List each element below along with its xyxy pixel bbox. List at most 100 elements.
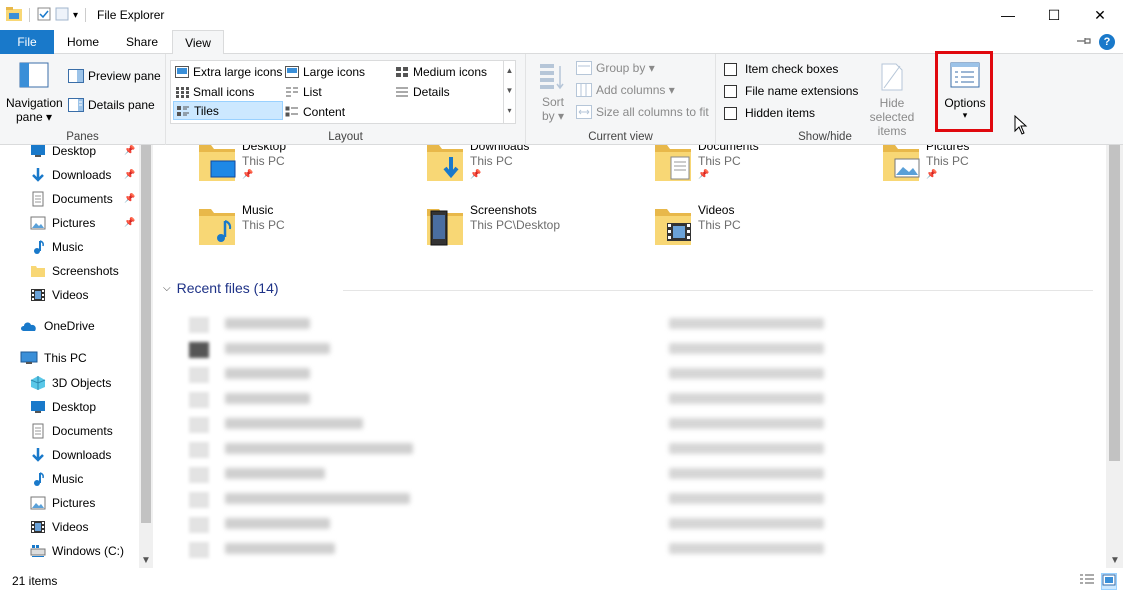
drive-icon (30, 545, 46, 557)
pin-icon[interactable]: 📌 (124, 193, 135, 204)
small-icons-option[interactable]: Small icons (175, 82, 254, 101)
scroll-down-icon[interactable]: ▼ (1110, 555, 1120, 566)
large-icons-option[interactable]: Large icons (285, 62, 365, 81)
tiles-option[interactable]: Tiles (173, 101, 283, 120)
nav-item-onedrive[interactable]: OneDrive (20, 315, 95, 337)
recent-files-title: Recent files (14) (176, 280, 279, 296)
navigation-pane-button[interactable]: Navigation pane ▾ (6, 62, 63, 124)
nav-item-documents[interactable]: Documents (30, 420, 113, 442)
nav-item-pictures[interactable]: Pictures (30, 492, 95, 514)
desktop-icon (31, 401, 45, 413)
details-pane-button[interactable]: Details pane (68, 98, 155, 112)
pin-ribbon-icon[interactable] (1077, 35, 1091, 49)
minimize-button[interactable]: — (985, 0, 1031, 30)
file-name-extensions-toggle[interactable]: File name extensions (724, 84, 858, 98)
customize-toolbar-dropdown[interactable]: ▾ (73, 10, 78, 21)
chevron-down-icon[interactable]: ⌵ (163, 283, 171, 294)
show-hide-group: Item check boxes File name extensions Hi… (716, 54, 934, 145)
properties-icon[interactable] (37, 7, 51, 24)
nav-scrollbar[interactable]: ▼ (139, 145, 153, 568)
nav-item-downloads[interactable]: Downloads (30, 164, 111, 186)
folder-tile-music[interactable]: Music This PC (197, 203, 407, 249)
medium-icons-option[interactable]: Medium icons (395, 62, 487, 81)
nav-item-desktop[interactable]: Desktop (30, 396, 96, 418)
folder-tile-videos[interactable]: Videos This PC (653, 203, 863, 249)
content-option[interactable]: Content (285, 102, 345, 121)
add-columns-button[interactable]: Add columns ▾ (576, 83, 675, 97)
desktop-folder-icon (197, 145, 237, 185)
item-check-boxes-checkbox[interactable] (724, 62, 737, 76)
folder-tile-screenshots[interactable]: Screenshots This PC\Desktop (425, 203, 635, 249)
hidden-items-toggle[interactable]: Hidden items (724, 106, 815, 120)
nav-item-videos[interactable]: Videos (30, 284, 88, 306)
nav-item-music[interactable]: Music (30, 468, 83, 490)
nav-label: Desktop (52, 145, 97, 158)
file-name-extensions-checkbox[interactable] (724, 84, 737, 98)
nav-scroll-thumb[interactable] (141, 145, 151, 523)
maximize-button[interactable]: ☐ (1031, 0, 1077, 30)
add-columns-icon (576, 83, 592, 97)
nav-item-videos[interactable]: Videos (30, 516, 88, 538)
details-option[interactable]: Details (395, 82, 450, 101)
nav-item-this-pc[interactable]: This PC (20, 347, 87, 369)
folder-tile-downloads[interactable]: Downloads This PC 📌 (425, 145, 635, 185)
redacted-file-name (225, 543, 335, 554)
nav-item-desktop[interactable]: Desktop (30, 145, 96, 162)
group-by-button[interactable]: Group by ▾ (576, 61, 655, 75)
nav-label: Windows (C:) (52, 544, 125, 558)
nav-item-screenshots[interactable]: Screenshots (30, 260, 119, 282)
hide-selected-items-button[interactable]: Hide selected items (856, 62, 928, 138)
content-icon (285, 106, 298, 116)
redacted-file-name (225, 493, 410, 504)
folder-location: This PC (470, 154, 513, 168)
layout-scroll[interactable]: ▲ ▼ ▾ (503, 61, 515, 123)
sort-by-label-2: by ▾ (541, 109, 565, 123)
folder-tile-documents[interactable]: Documents This PC 📌 (653, 145, 863, 185)
window-title: File Explorer (97, 8, 165, 22)
preview-pane-button[interactable]: Preview pane (68, 69, 161, 83)
folder-location: This PC (698, 218, 741, 232)
file-explorer-app-icon[interactable] (6, 6, 22, 24)
medium-icons-icon (396, 66, 408, 77)
folder-tile-desktop[interactable]: Desktop This PC 📌 (197, 145, 407, 185)
content-scrollbar[interactable]: ▼ (1106, 145, 1123, 568)
item-check-boxes-toggle[interactable]: Item check boxes (724, 62, 838, 76)
current-view-group-label: Current view (588, 131, 653, 143)
folder-tile-pictures[interactable]: Pictures This PC 📌 (881, 145, 1091, 185)
tab-file[interactable]: File (0, 30, 54, 54)
extra-large-icons-option[interactable]: Extra large icons (175, 62, 282, 81)
tab-view[interactable]: View (172, 30, 224, 55)
tab-home[interactable]: Home (58, 30, 108, 54)
nav-label: Screenshots (52, 264, 119, 278)
pin-icon[interactable]: 📌 (124, 145, 135, 156)
nav-item-documents[interactable]: Documents (30, 188, 113, 210)
size-all-columns-button[interactable]: Size all columns to fit (576, 105, 709, 119)
nav-item-3d-objects[interactable]: 3D Objects (30, 372, 111, 394)
sort-by-button[interactable]: Sort by ▾ (536, 62, 570, 124)
folder-icon (31, 266, 45, 277)
nav-item-downloads[interactable]: Downloads (30, 444, 111, 466)
help-icon[interactable]: ? (1099, 34, 1115, 50)
recent-files-header[interactable]: ⌵ Recent files (14) (163, 280, 279, 296)
content-label: Content (303, 104, 346, 119)
list-option[interactable]: List (285, 82, 322, 101)
details-view-icon[interactable] (1079, 573, 1095, 590)
hidden-items-checkbox[interactable] (724, 106, 737, 120)
scroll-down-icon[interactable]: ▼ (141, 555, 151, 566)
content-scroll-thumb[interactable] (1109, 145, 1120, 461)
tab-share[interactable]: Share (116, 30, 168, 54)
pin-icon[interactable]: 📌 (124, 217, 135, 228)
nav-item-windows-c[interactable]: Windows (C:) (30, 540, 124, 562)
large-icons-icon (285, 65, 299, 78)
title-bar: ▾ File Explorer — ☐ ✕ (0, 0, 1123, 30)
pin-icon: 📌 (470, 169, 482, 179)
nav-label: Documents (52, 192, 113, 206)
nav-item-music[interactable]: Music (30, 236, 83, 258)
new-folder-icon[interactable] (55, 7, 69, 24)
item-count: 21 items (12, 573, 58, 588)
redacted-file-name (225, 343, 330, 354)
close-button[interactable]: ✕ (1077, 0, 1123, 30)
pin-icon[interactable]: 📌 (124, 169, 135, 180)
nav-item-pictures[interactable]: Pictures (30, 212, 95, 234)
large-icons-view-icon[interactable] (1101, 573, 1117, 590)
